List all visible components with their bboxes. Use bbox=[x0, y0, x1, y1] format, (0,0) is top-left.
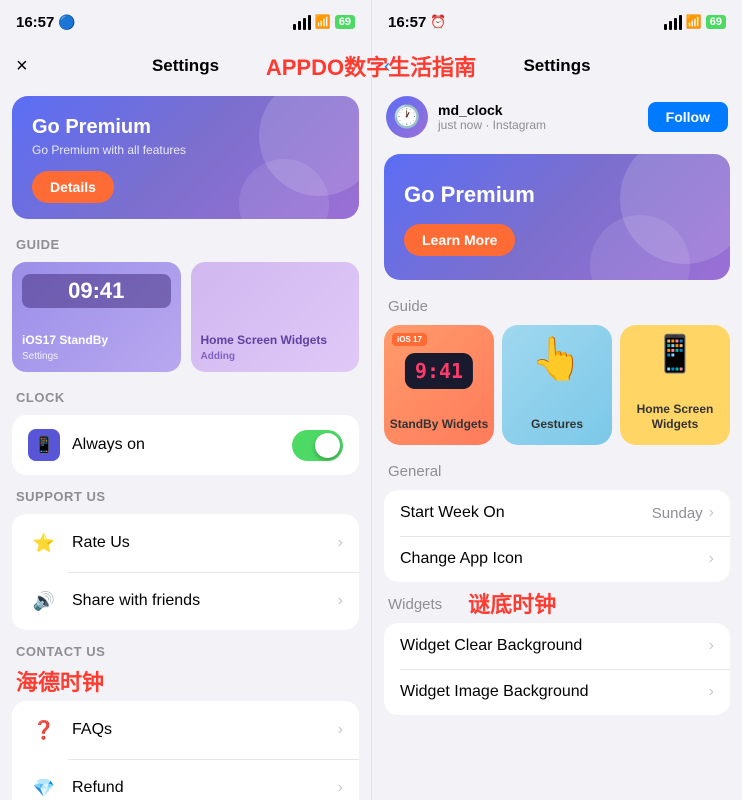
left-header-title: Settings bbox=[152, 56, 219, 76]
share-chevron: › bbox=[338, 592, 343, 610]
share-friends-row[interactable]: 🔊 Share with friends › bbox=[12, 572, 359, 630]
refund-chevron: › bbox=[338, 779, 343, 797]
left-status-bar: 16:57 🔵 📶 69 bbox=[0, 0, 371, 44]
share-label: Share with friends bbox=[72, 592, 338, 610]
hand-icon: 👆 bbox=[531, 335, 583, 384]
right-wifi-icon: 📶 bbox=[686, 14, 702, 30]
guide-card-2-label: Home Screen Widgets Adding bbox=[201, 333, 328, 364]
right-widgets-label: Widgets bbox=[372, 586, 458, 619]
right-watermark: 谜底时钟 bbox=[468, 587, 556, 619]
right-header: ‹ Settings bbox=[372, 44, 742, 88]
clock-icon: 📱 bbox=[28, 429, 60, 461]
left-guide-label: GUIDE bbox=[0, 227, 371, 258]
left-watermark: 海德时钟 bbox=[0, 665, 120, 697]
change-icon-chevron: › bbox=[709, 550, 714, 568]
faqs-row[interactable]: ❓ FAQs › bbox=[12, 701, 359, 759]
left-details-button[interactable]: Details bbox=[32, 171, 114, 203]
gestures-label: Gestures bbox=[531, 417, 583, 433]
learn-more-button[interactable]: Learn More bbox=[404, 224, 515, 256]
standby-card[interactable]: iOS 17 9:41 StandBy Widgets bbox=[384, 325, 494, 445]
always-on-toggle[interactable] bbox=[292, 430, 343, 461]
standby-label: StandBy Widgets bbox=[390, 417, 489, 433]
rate-us-chevron: › bbox=[338, 534, 343, 552]
faq-label: FAQs bbox=[72, 721, 338, 739]
right-status-bar: 16:57 ⏰ 📶 69 bbox=[372, 0, 742, 44]
left-guide-card-standby[interactable]: 09:41 iOS17 StandBy Settings bbox=[12, 262, 181, 372]
refund-icon: 💎 bbox=[28, 772, 60, 800]
start-week-value: Sunday bbox=[652, 505, 703, 522]
left-contact-label: CONTACT US bbox=[0, 634, 371, 665]
wifi-icon: 📶 bbox=[315, 14, 331, 30]
start-week-row[interactable]: Start Week On Sunday › bbox=[384, 490, 730, 536]
rate-us-label: Rate Us bbox=[72, 534, 338, 552]
faq-icon: ❓ bbox=[28, 714, 60, 746]
widget-clear-row[interactable]: Widget Clear Background › bbox=[384, 623, 730, 669]
left-status-time: 16:57 bbox=[16, 14, 54, 31]
battery-icon: 69 bbox=[335, 15, 355, 29]
left-guide-cards: 09:41 iOS17 StandBy Settings Home Screen… bbox=[0, 258, 371, 380]
left-premium-title: Go Premium bbox=[32, 116, 339, 139]
left-guide-card-homescreen[interactable]: Home Screen Widgets Adding bbox=[191, 262, 360, 372]
general-card: Start Week On Sunday › Change App Icon › bbox=[384, 490, 730, 582]
profile-meta: just now · Instagram bbox=[438, 118, 638, 132]
widget-image-label: Widget Image Background bbox=[400, 683, 709, 701]
right-guide-label: Guide bbox=[372, 288, 742, 321]
guide-card-1-label: iOS17 StandBy Settings bbox=[22, 333, 108, 364]
widget-clear-chevron: › bbox=[709, 637, 714, 655]
right-panel: 16:57 ⏰ 📶 69 ‹ Settings 🕐 md_clock just … bbox=[371, 0, 742, 800]
left-premium-subtitle: Go Premium with all features bbox=[32, 143, 339, 157]
phone-icon: 📱 bbox=[653, 333, 698, 375]
widgets-card: Widget Clear Background › Widget Image B… bbox=[384, 623, 730, 715]
standby-clock-display: 9:41 bbox=[405, 353, 473, 389]
close-button[interactable]: × bbox=[16, 55, 28, 78]
share-icon: 🔊 bbox=[28, 585, 60, 617]
refund-label: Refund bbox=[72, 779, 338, 797]
rate-us-row[interactable]: ⭐ Rate Us › bbox=[12, 514, 359, 572]
right-premium-title: Go Premium bbox=[404, 182, 710, 208]
homescreen-card[interactable]: 📱 Home Screen Widgets bbox=[620, 325, 730, 445]
right-signal-icon bbox=[664, 15, 682, 30]
always-on-label: Always on bbox=[72, 436, 292, 454]
follow-button[interactable]: Follow bbox=[648, 102, 728, 132]
refund-row[interactable]: 💎 Refund › bbox=[12, 759, 359, 800]
right-status-icons: 📶 69 bbox=[664, 14, 726, 30]
start-week-chevron: › bbox=[709, 504, 714, 522]
change-icon-row[interactable]: Change App Icon › bbox=[384, 536, 730, 582]
widget-clear-label: Widget Clear Background bbox=[400, 637, 709, 655]
left-support-label: SUPPORT US bbox=[0, 479, 371, 510]
left-panel: 16:57 🔵 📶 69 × Settings Go Premium Go Pr… bbox=[0, 0, 371, 800]
right-battery-icon: 69 bbox=[706, 15, 726, 29]
ios17-badge: iOS 17 bbox=[392, 333, 427, 346]
support-card: ⭐ Rate Us › 🔊 Share with friends › bbox=[12, 514, 359, 630]
gestures-card[interactable]: 👆 Gestures bbox=[502, 325, 612, 445]
avatar-clock-icon: 🕐 bbox=[393, 104, 420, 130]
rate-us-icon: ⭐ bbox=[28, 527, 60, 559]
clock-section: 📱 Always on bbox=[12, 415, 359, 475]
faq-chevron: › bbox=[338, 721, 343, 739]
homescreen-label: Home Screen Widgets bbox=[620, 402, 730, 433]
right-premium-banner: Go Premium Learn More bbox=[384, 154, 730, 280]
instagram-header: 🕐 md_clock just now · Instagram Follow bbox=[372, 88, 742, 146]
signal-icon bbox=[293, 15, 311, 30]
widget-image-chevron: › bbox=[709, 683, 714, 701]
always-on-row: 📱 Always on bbox=[12, 415, 359, 475]
right-status-time: 16:57 bbox=[388, 14, 426, 31]
profile-info: md_clock just now · Instagram bbox=[438, 102, 638, 132]
left-status-icons: 📶 69 bbox=[293, 14, 355, 30]
change-icon-label: Change App Icon bbox=[400, 550, 709, 568]
contact-card: ❓ FAQs › 💎 Refund › bbox=[12, 701, 359, 800]
start-week-label: Start Week On bbox=[400, 504, 652, 522]
standby-clock: 09:41 bbox=[22, 274, 171, 308]
right-guide-cards: iOS 17 9:41 StandBy Widgets 👆 Gestures 📱… bbox=[372, 321, 742, 453]
profile-avatar: 🕐 bbox=[386, 96, 428, 138]
left-header: × Settings bbox=[0, 44, 371, 88]
back-button[interactable]: ‹ bbox=[384, 56, 390, 77]
widget-image-row[interactable]: Widget Image Background › bbox=[384, 669, 730, 715]
left-premium-banner: Go Premium Go Premium with all features … bbox=[12, 96, 359, 219]
right-header-title: Settings bbox=[523, 56, 590, 76]
profile-username: md_clock bbox=[438, 102, 638, 118]
left-clock-label: CLOCK bbox=[0, 380, 371, 411]
right-general-label: General bbox=[372, 453, 742, 486]
